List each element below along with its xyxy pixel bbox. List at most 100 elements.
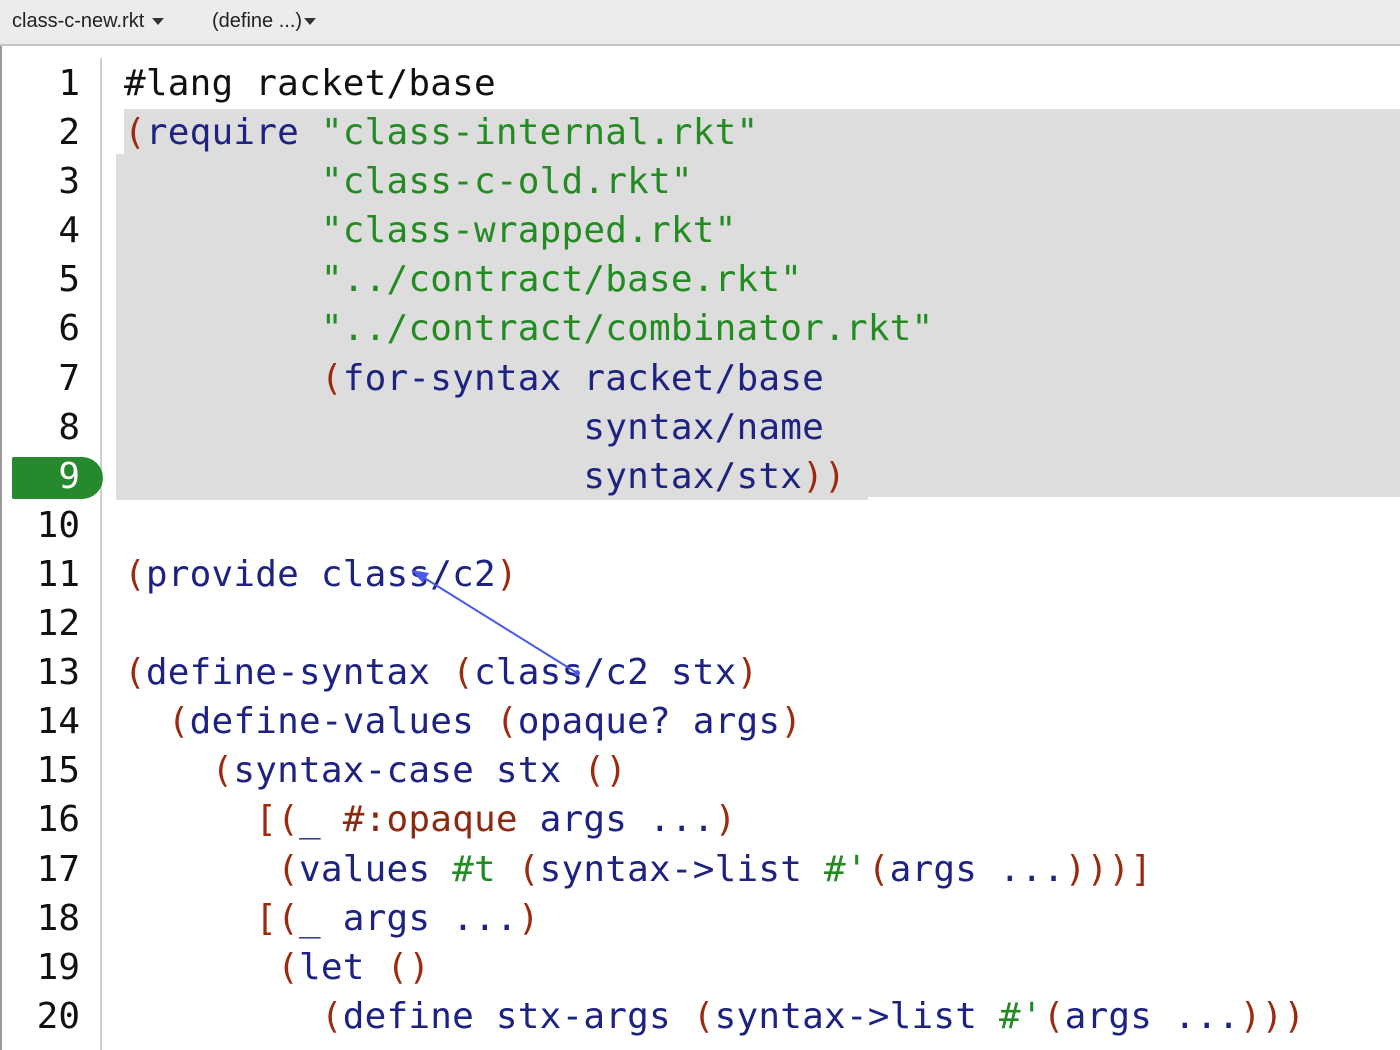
line-number[interactable]: 18	[0, 894, 100, 943]
code-token-paren: )	[736, 652, 759, 694]
code-line[interactable]: syntax/stx))	[124, 452, 1400, 501]
line-number[interactable]: 13	[0, 648, 100, 697]
code-area[interactable]: #lang racket/base (require "class-interna…	[124, 59, 1400, 1041]
line-number-text: 6	[58, 308, 80, 350]
line-number-text: 15	[36, 750, 80, 792]
line-number[interactable]: 1	[0, 59, 100, 108]
line-number[interactable]: 8	[0, 403, 100, 452]
code-token-paren: (	[124, 112, 146, 154]
line-number-text: 12	[36, 603, 80, 645]
code-token-sym: _	[299, 799, 321, 841]
code-line[interactable]: (values #t (syntax->list #'(args ...)))]	[124, 845, 1400, 894]
line-number[interactable]: 17	[0, 845, 100, 894]
code-line[interactable]: "class-wrapped.rkt"	[124, 206, 1400, 255]
line-number[interactable]: 15	[0, 746, 100, 795]
line-number[interactable]: 11	[0, 550, 100, 599]
code-line[interactable]	[124, 501, 1400, 550]
gutter-divider	[100, 58, 102, 1050]
line-number-text: 8	[58, 406, 80, 448]
code-line[interactable]: "../contract/base.rkt"	[124, 255, 1400, 304]
line-number[interactable]: 4	[0, 206, 100, 255]
code-line[interactable]: (syntax-case stx ()	[124, 746, 1400, 795]
line-number-text: 7	[58, 357, 80, 399]
code-line[interactable]: "class-c-old.rkt"	[124, 157, 1400, 206]
code-token-sym: let	[299, 946, 365, 988]
code-token-paren: (	[867, 848, 890, 890]
code-token-paren: (	[320, 357, 343, 399]
code-line[interactable]: (let ()	[124, 943, 1400, 992]
line-number[interactable]: 6	[0, 304, 100, 353]
line-number[interactable]: 19	[0, 943, 100, 992]
code-token-sym: define-values	[189, 701, 474, 743]
line-number-text: 20	[36, 995, 80, 1037]
line-number-text: 16	[36, 799, 80, 841]
line-number-text: 10	[36, 504, 80, 546]
code-line[interactable]: (define-values (opaque? args)	[124, 697, 1400, 746]
line-number[interactable]: 10	[0, 501, 100, 550]
line-number-text: 14	[36, 701, 80, 743]
code-line[interactable]: [(_ #:opaque args ...)	[124, 795, 1400, 844]
code-line[interactable]	[124, 599, 1400, 648]
code-token-paren: (	[517, 848, 540, 890]
code-line[interactable]: (define stx-args (syntax->list #'(args .…	[124, 992, 1400, 1041]
line-number[interactable]: 14	[0, 697, 100, 746]
chevron-down-icon	[304, 18, 317, 26]
code-token-paren: )	[780, 701, 803, 743]
code-token-paren: (	[277, 848, 299, 890]
code-token-str: "../contract/base.rkt"	[320, 259, 803, 301]
line-number[interactable]: 20	[0, 992, 100, 1041]
code-line[interactable]: syntax/name	[124, 403, 1400, 452]
code-token-const: #t	[452, 848, 496, 890]
code-token-sym: values	[299, 848, 431, 890]
code-line[interactable]: (define-syntax (class/c2 stx)	[124, 648, 1400, 697]
code-token-paren: ()	[386, 946, 431, 988]
line-number[interactable]: 2	[0, 108, 100, 157]
code-token-sym: syntax->list	[539, 848, 803, 890]
code-token-paren: )	[714, 799, 737, 841]
code-token-paren: (	[211, 750, 234, 792]
code-token-sym: require	[145, 112, 299, 154]
code-editor[interactable]: 1 2 3 4 5 6 7 8 9 10 11 12 13 14 15 16 17 18 19 20 #lang ra…	[0, 46, 1400, 1050]
code-token-paren: )))	[1239, 995, 1306, 1037]
code-token-sym: for-syntax racket/base	[342, 357, 824, 399]
code-line[interactable]: (require "class-internal.rkt"	[124, 108, 1400, 157]
code-token-paren: )	[517, 897, 540, 939]
current-line-number[interactable]: 9	[0, 452, 103, 501]
line-number[interactable]: 7	[0, 354, 100, 403]
code-token-sym: args ...	[889, 848, 1065, 890]
code-token-sym: define-syntax	[145, 652, 431, 694]
file-menu-button[interactable]: class-c-new.rkt	[12, 7, 165, 35]
code-line[interactable]: (provide class/c2)	[124, 550, 1400, 599]
code-line[interactable]: "../contract/combinator.rkt"	[124, 304, 1400, 353]
code-line[interactable]: (for-syntax racket/base	[124, 354, 1400, 403]
code-line[interactable]: #lang racket/base	[124, 59, 1400, 108]
define-menu-button[interactable]: (define ...)	[212, 7, 317, 35]
line-number[interactable]: 12	[0, 599, 100, 648]
line-number-text: 11	[36, 553, 80, 595]
code-token-sym: args ...	[539, 799, 715, 841]
line-number-text: 4	[58, 210, 80, 252]
code-token-paren: ()	[583, 750, 628, 792]
line-number[interactable]: 16	[0, 795, 100, 844]
code-token-str: "class-wrapped.rkt"	[320, 210, 737, 252]
code-line[interactable]: [(_ args ...)	[124, 894, 1400, 943]
line-number[interactable]: 5	[0, 255, 100, 304]
line-number[interactable]: 3	[0, 157, 100, 206]
code-token-paren: (	[124, 553, 146, 595]
code-token-plain: #lang racket/base	[124, 63, 496, 104]
